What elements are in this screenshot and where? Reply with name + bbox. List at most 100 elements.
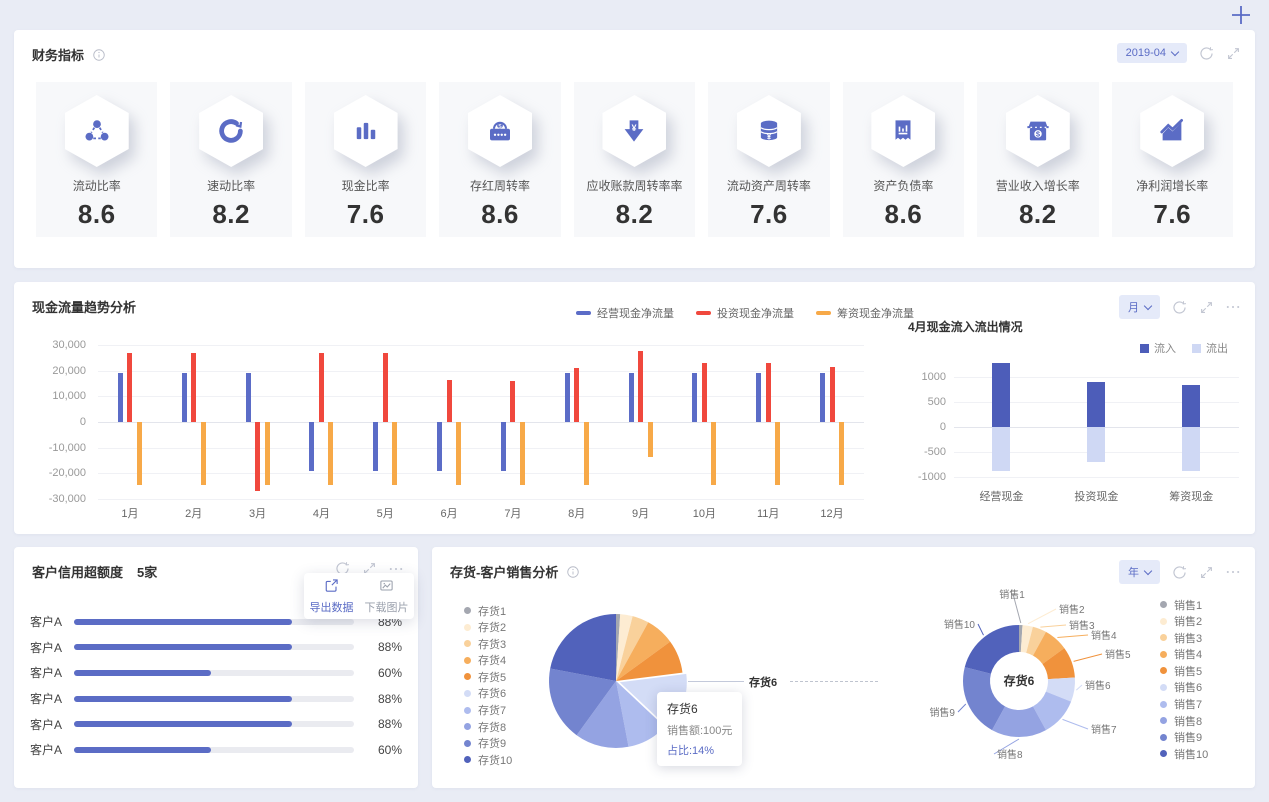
- more-icon[interactable]: [1225, 564, 1241, 580]
- legend-item[interactable]: 存货9: [464, 738, 512, 750]
- legend-item[interactable]: 销售2: [1160, 616, 1208, 628]
- bar-筹资现金净流量[interactable]: [392, 422, 398, 485]
- expand-icon[interactable]: [1199, 565, 1214, 580]
- bar-筹资现金净流量[interactable]: [839, 422, 845, 485]
- stacked-bar-流出[interactable]: [992, 427, 1011, 471]
- expand-icon[interactable]: [1226, 46, 1241, 61]
- legend-item[interactable]: 存货4: [464, 655, 512, 667]
- legend-item[interactable]: 存货7: [464, 705, 512, 717]
- granularity-dropdown[interactable]: 年: [1119, 560, 1160, 584]
- legend-item[interactable]: 存货3: [464, 638, 512, 651]
- credit-bar-fill[interactable]: [74, 644, 293, 651]
- legend-item[interactable]: 销售9: [1160, 732, 1208, 744]
- bar-经营现金净流量[interactable]: [628, 373, 634, 422]
- legend-item[interactable]: 投资现金净流量: [696, 305, 794, 321]
- legend-item[interactable]: 销售5: [1160, 665, 1208, 678]
- bar-筹资现金净流量[interactable]: [519, 422, 525, 485]
- legend-item[interactable]: 销售1: [1160, 599, 1208, 612]
- credit-bar-fill[interactable]: [74, 695, 293, 702]
- metric-label: 存红周转率: [470, 179, 531, 193]
- stacked-bar-流出[interactable]: [1182, 427, 1201, 471]
- stacked-bar-流入[interactable]: [1087, 382, 1106, 427]
- legend-item[interactable]: 存货5: [464, 671, 512, 684]
- bar-经营现金净流量[interactable]: [117, 373, 123, 422]
- bar-筹资现金净流量[interactable]: [647, 422, 653, 457]
- bar-经营现金净流量[interactable]: [692, 373, 698, 422]
- export-icon: [324, 578, 339, 596]
- bar-投资现金净流量[interactable]: [191, 352, 197, 422]
- bar-筹资现金净流量[interactable]: [456, 422, 462, 485]
- bar-筹资现金净流量[interactable]: [775, 422, 781, 485]
- credit-bar-fill[interactable]: [74, 746, 212, 753]
- bar-筹资现金净流量[interactable]: [200, 422, 206, 485]
- legend-item[interactable]: 销售6: [1160, 682, 1208, 694]
- legend-item[interactable]: 销售7: [1160, 699, 1208, 711]
- bar-经营现金净流量[interactable]: [309, 422, 315, 471]
- stacked-bar-流入[interactable]: [992, 363, 1011, 427]
- credit-bar-track: [74, 746, 354, 753]
- info-icon[interactable]: [92, 48, 106, 62]
- chart-tooltip: 存货6 销售额:100元 占比:14%: [657, 692, 743, 766]
- svg-text:¥: ¥: [767, 132, 772, 141]
- legend-label: 销售1: [1174, 599, 1203, 612]
- bar-经营现金净流量[interactable]: [756, 373, 762, 422]
- bar-筹资现金净流量[interactable]: [136, 422, 142, 485]
- export-data-menu-item[interactable]: 导出数据: [304, 573, 359, 619]
- metric-card: 速动比率 8.2: [170, 82, 292, 237]
- refresh-icon[interactable]: [1198, 45, 1215, 62]
- bar-投资现金净流量[interactable]: [701, 362, 707, 422]
- bar-投资现金净流量[interactable]: [829, 366, 835, 422]
- bar-投资现金净流量[interactable]: [446, 379, 452, 422]
- legend-item[interactable]: 存货8: [464, 721, 512, 734]
- financial-indicators-panel: 财务指标 2019-04 流动比率 8.6 速动比率 8.2 现金比率 7.6 $ 存红周转率…: [14, 30, 1255, 268]
- credit-bar-track: [74, 644, 354, 651]
- bar-投资现金净流量[interactable]: [638, 351, 644, 422]
- refresh-icon[interactable]: [1171, 564, 1188, 581]
- credit-bar-fill[interactable]: [74, 669, 212, 676]
- bar-投资现金净流量[interactable]: [574, 368, 580, 422]
- stacked-bar-流出[interactable]: [1087, 427, 1106, 462]
- legend-item[interactable]: 流入: [1140, 340, 1176, 356]
- info-icon[interactable]: [566, 565, 580, 579]
- bar-投资现金净流量[interactable]: [255, 422, 261, 492]
- legend-item[interactable]: 销售8: [1160, 715, 1208, 728]
- bar-筹资现金净流量[interactable]: [328, 422, 334, 485]
- stacked-bar-流入[interactable]: [1182, 384, 1201, 427]
- add-widget-button[interactable]: [1230, 4, 1252, 31]
- legend-item[interactable]: 经营现金净流量: [576, 305, 674, 321]
- legend-item[interactable]: 存货10: [464, 754, 513, 767]
- bar-经营现金净流量[interactable]: [500, 422, 506, 471]
- bar-经营现金净流量[interactable]: [373, 422, 379, 471]
- credit-bar-fill[interactable]: [74, 618, 293, 625]
- bar-经营现金净流量[interactable]: [245, 373, 251, 422]
- legend-label: 经营现金净流量: [597, 308, 674, 320]
- bar-经营现金净流量[interactable]: [181, 373, 187, 422]
- legend-item[interactable]: 销售10: [1160, 748, 1208, 761]
- bar-投资现金净流量[interactable]: [765, 362, 771, 422]
- download-image-menu-item[interactable]: 下载图片: [359, 573, 414, 619]
- bar-经营现金净流量[interactable]: [820, 373, 826, 422]
- legend-label: 存货10: [478, 754, 513, 767]
- credit-row: 客户A 60%: [14, 660, 418, 686]
- legend-item[interactable]: 存货6: [464, 688, 512, 701]
- legend-item[interactable]: 销售4: [1160, 649, 1208, 661]
- metric-card: 流动比率 8.6: [36, 82, 158, 237]
- legend-item[interactable]: 存货2: [464, 622, 512, 634]
- bar-筹资现金净流量[interactable]: [711, 422, 717, 485]
- bar-筹资现金净流量[interactable]: [583, 422, 589, 485]
- bar-经营现金净流量[interactable]: [437, 422, 443, 471]
- legend-item[interactable]: 销售3: [1160, 632, 1208, 645]
- legend-item[interactable]: 流出: [1192, 340, 1228, 356]
- slice-销售10[interactable]: [964, 625, 1019, 674]
- credit-bar-fill[interactable]: [74, 721, 293, 728]
- period-dropdown[interactable]: 2019-04: [1116, 43, 1187, 63]
- x-axis-label: 3月: [249, 508, 267, 520]
- legend-item[interactable]: 存货1: [464, 605, 512, 618]
- bar-投资现金净流量[interactable]: [318, 352, 324, 422]
- bar-投资现金净流量[interactable]: [382, 352, 388, 422]
- bar-经营现金净流量[interactable]: [564, 373, 570, 422]
- bar-投资现金净流量[interactable]: [510, 380, 516, 422]
- bar-筹资现金净流量[interactable]: [264, 422, 270, 485]
- bar-投资现金净流量[interactable]: [127, 352, 133, 422]
- legend-label: 存货6: [478, 688, 507, 701]
